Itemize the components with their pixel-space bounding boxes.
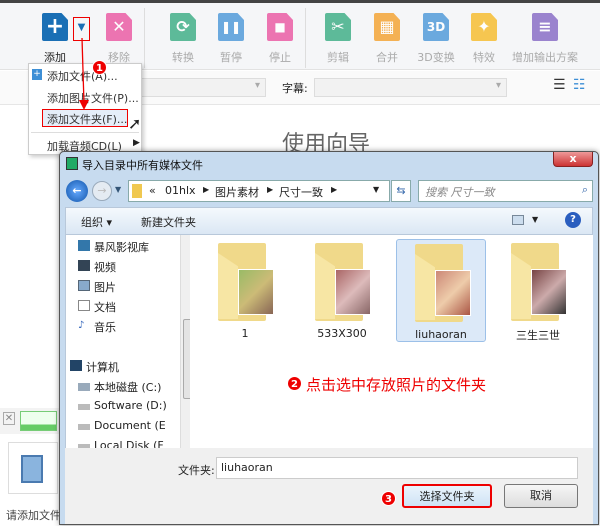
- new-folder-button[interactable]: 新建文件夹: [141, 214, 196, 230]
- organize-button[interactable]: 组织 ▾: [81, 214, 112, 230]
- video-icon: [78, 260, 90, 271]
- arrow-step1-head: [79, 100, 89, 110]
- nav-label: 图片: [94, 281, 116, 294]
- address-dropdown-icon[interactable]: ▼: [373, 185, 379, 194]
- search-placeholder: 搜索 尺寸一致: [425, 186, 495, 199]
- library-icon: [78, 240, 90, 251]
- address-bar[interactable]: « 01hlx ▶ 图片素材 ▶ 尺寸一致 ▶ ▼: [128, 180, 390, 202]
- nav-label: 计算机: [86, 361, 119, 374]
- folder-item-533x300[interactable]: 533X300: [297, 239, 387, 342]
- folder-item-sansheng[interactable]: 三生三世: [493, 239, 583, 342]
- step3-badge: 3: [381, 491, 396, 506]
- nav-label: 本地磁盘 (C:): [94, 381, 162, 394]
- nav-label: Software (D:): [94, 399, 167, 412]
- folder-item-1[interactable]: 1: [200, 239, 290, 342]
- folder-name: liuhaoran: [415, 328, 467, 341]
- forward-button[interactable]: →: [92, 181, 112, 201]
- folder-icon: [415, 244, 471, 322]
- dialog-title: 导入目录中所有媒体文件: [82, 159, 203, 172]
- cancel-button[interactable]: 取消: [504, 484, 578, 508]
- command-bar: 组织 ▾ 新建文件夹 ▼ ?: [65, 207, 593, 235]
- nav-label: 音乐: [94, 321, 116, 334]
- search-input[interactable]: 搜索 尺寸一致 ⌕: [418, 180, 593, 202]
- breadcrumb-same-size[interactable]: 尺寸一致: [279, 184, 323, 200]
- drive-icon: [78, 404, 90, 410]
- step2-badge: 2: [287, 376, 302, 391]
- select-folder-button[interactable]: 选择文件夹: [402, 484, 492, 508]
- back-button[interactable]: ←: [66, 180, 88, 202]
- nav-item-drive-d[interactable]: Software (D:): [78, 399, 167, 412]
- folder-icon: [511, 243, 567, 321]
- search-icon: ⌕: [581, 183, 588, 196]
- nav-item-documents[interactable]: 文档: [78, 299, 116, 315]
- nav-item-library[interactable]: 暴风影视库: [78, 239, 149, 255]
- folder-field-label: 文件夹:: [178, 464, 215, 477]
- arrow-step1: [81, 37, 85, 105]
- nav-label: 文档: [94, 301, 116, 314]
- nav-item-drive-c[interactable]: 本地磁盘 (C:): [78, 379, 162, 395]
- folder-icon: [132, 184, 142, 198]
- nav-item-pictures[interactable]: 图片: [78, 279, 116, 295]
- nav-item-videos[interactable]: 视频: [78, 259, 116, 275]
- dialog-footer: 文件夹: liuhaoran 3 选择文件夹 取消: [65, 448, 593, 524]
- step2-instruction: 点击选中存放照片的文件夹: [306, 376, 487, 394]
- folder-item-liuhaoran[interactable]: liuhaoran: [396, 239, 486, 342]
- folder-name-input[interactable]: liuhaoran: [216, 457, 578, 479]
- document-icon: [78, 300, 90, 311]
- folder-icon: [315, 243, 371, 321]
- close-button[interactable]: x: [553, 152, 593, 167]
- breadcrumb-01hlx[interactable]: 01hlx: [165, 184, 196, 197]
- folder-view: 1 533X300 liuhaoran 三生三世 2 点击选中存放照片的文件夹: [190, 235, 593, 448]
- drive-icon: [78, 383, 90, 391]
- help-icon[interactable]: ?: [565, 212, 581, 228]
- breadcrumb-separator-icon: ▶: [267, 185, 274, 194]
- app-icon: [66, 157, 78, 170]
- picture-icon: [78, 280, 90, 291]
- navigation-pane: 暴风影视库 视频 图片 文档 ♪ 音乐 计算机 本地磁盘 (C:) Softwar…: [65, 235, 194, 452]
- folder-picker-dialog: 导入目录中所有媒体文件 x ← → ▼ « 01hlx ▶ 图片素材 ▶ 尺寸一…: [59, 151, 599, 525]
- drive-icon: [78, 424, 90, 430]
- view-dropdown-icon[interactable]: ▼: [532, 215, 538, 224]
- nav-item-drive-e[interactable]: Document (E: [78, 419, 166, 432]
- breadcrumb-separator-icon: ▶: [203, 185, 210, 194]
- folder-name: 533X300: [317, 327, 367, 340]
- view-options-icon[interactable]: [512, 215, 524, 225]
- folder-name: 三生三世: [516, 329, 560, 342]
- music-icon: ♪: [78, 320, 85, 331]
- folder-name: 1: [241, 327, 249, 340]
- nav-item-music[interactable]: ♪ 音乐: [78, 319, 116, 335]
- nav-label: 视频: [94, 261, 116, 274]
- step1-badge: 1: [92, 60, 107, 75]
- breadcrumb-separator-icon: ▶: [331, 185, 338, 194]
- nav-label: 暴风影视库: [94, 241, 149, 254]
- breadcrumb-images[interactable]: 图片素材: [215, 184, 259, 200]
- breadcrumb-overflow[interactable]: «: [149, 184, 156, 197]
- nav-label: Document (E: [94, 419, 166, 432]
- history-dropdown-icon[interactable]: ▼: [115, 185, 121, 194]
- computer-icon: [70, 360, 82, 371]
- folder-icon: [218, 243, 274, 321]
- nav-item-computer[interactable]: 计算机: [70, 359, 119, 375]
- refresh-button[interactable]: ⇆: [391, 180, 411, 202]
